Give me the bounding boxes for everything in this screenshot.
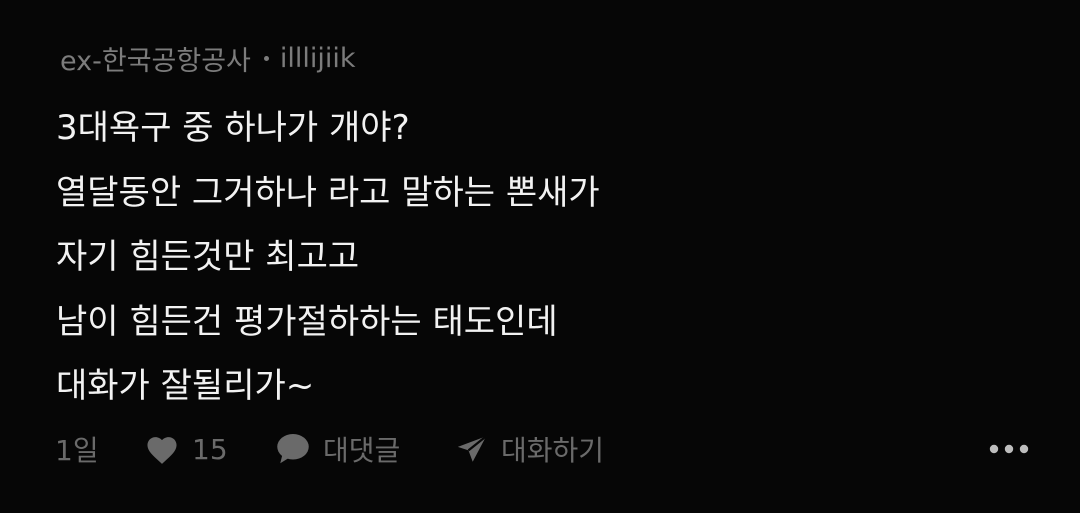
like-count: 15 — [192, 432, 228, 466]
more-options-button[interactable] — [984, 424, 1034, 474]
reply-button[interactable]: 대댓글 — [275, 424, 400, 474]
author-company[interactable]: ex-한국공항공사 — [60, 39, 251, 78]
speech-bubble-icon — [275, 432, 311, 466]
comment-line: 3대욕구 중 하나가 개야? — [56, 108, 410, 148]
comment-meta: ex-한국공항공사 illlijiik — [60, 38, 356, 78]
comment-line: 열달동안 그거하나 라고 말하는 뽄새가 — [56, 172, 600, 213]
comment-line: 남이 힘든건 평가절하하는 태도인데 — [56, 301, 558, 342]
chat-label: 대화하기 — [501, 434, 605, 467]
comment-time-text: 1일 — [55, 434, 99, 467]
chat-button[interactable]: 대화하기 — [455, 424, 604, 474]
reply-label: 대댓글 — [323, 434, 401, 467]
heart-icon — [144, 433, 180, 465]
comment-time: 1일 — [55, 424, 99, 474]
comment-card: ex-한국공항공사 illlijiik 3대욕구 중 하나가 개야? 열달동안 … — [0, 0, 1080, 513]
like-button[interactable]: 15 — [144, 424, 228, 474]
paper-plane-icon — [455, 432, 489, 466]
comment-body: 3대욕구 중 하나가 개야? 열달동안 그거하나 라고 말하는 뽄새가 자기 힘… — [56, 96, 1036, 419]
comment-line: 자기 힘든것만 최고고 — [56, 237, 360, 277]
comment-actions: 1일 15 대댓글 대화하기 — [0, 424, 1080, 474]
separator-dot — [263, 55, 269, 61]
author-username[interactable]: illlijiik — [280, 43, 356, 74]
comment-line: 대화가 잘될리가~ — [56, 366, 315, 406]
more-dots-icon — [988, 440, 1030, 459]
